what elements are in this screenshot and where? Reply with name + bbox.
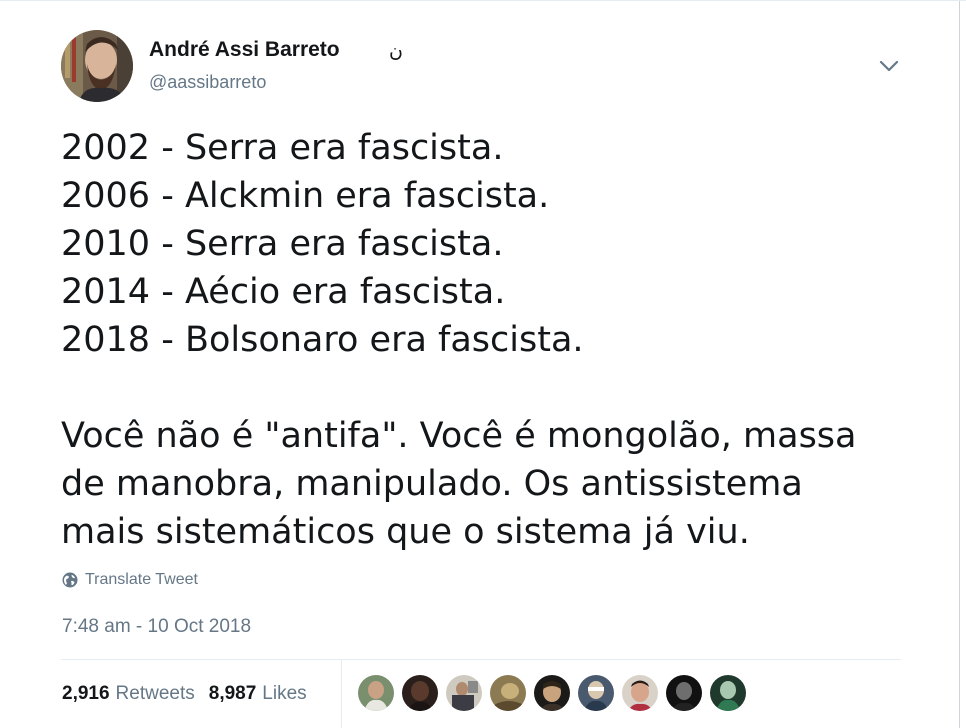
- retweets-stat[interactable]: 2,916 Retweets: [62, 683, 195, 705]
- retweets-count: 2,916: [62, 683, 110, 704]
- chevron-down-icon[interactable]: [876, 56, 902, 76]
- author-avatar[interactable]: [61, 30, 133, 102]
- liker-avatar[interactable]: [710, 675, 746, 711]
- divider: [61, 659, 901, 660]
- globe-icon: [62, 572, 78, 588]
- tweet-line: 2006 - Alckmin era fascista.: [61, 176, 550, 216]
- stats-separator: [341, 660, 342, 728]
- translate-label: Translate Tweet: [85, 571, 198, 588]
- tweet-line: mais sistemáticos que o sistema já viu.: [61, 512, 750, 552]
- liker-avatar[interactable]: [578, 675, 614, 711]
- author-display-name[interactable]: André Assi Barreto: [149, 38, 340, 62]
- liker-avatar[interactable]: [446, 675, 482, 711]
- tweet-line: 2010 - Serra era fascista.: [61, 224, 504, 264]
- translate-tweet-link[interactable]: Translate Tweet: [62, 570, 198, 590]
- tweet-line: Você não é "antifa". Você é mongolão, ma…: [61, 416, 857, 456]
- liker-avatar[interactable]: [402, 675, 438, 711]
- tweet-line: 2018 - Bolsonaro era fascista.: [61, 320, 584, 360]
- tweet-line: 2002 - Serra era fascista.: [61, 128, 504, 168]
- name-glyph: ن: [389, 40, 403, 62]
- retweets-label: Retweets: [115, 683, 195, 704]
- tweet-stats: 2,916 Retweets 8,987 Likes: [62, 683, 307, 705]
- likes-stat[interactable]: 8,987 Likes: [209, 683, 307, 705]
- liker-avatar[interactable]: [534, 675, 570, 711]
- tweet-line: 2014 - Aécio era fascista.: [61, 272, 506, 312]
- liker-avatar[interactable]: [622, 675, 658, 711]
- top-border: [0, 0, 966, 1]
- author-handle[interactable]: @aassibarreto: [149, 72, 266, 93]
- likes-count: 8,987: [208, 683, 257, 704]
- liker-avatar[interactable]: [490, 675, 526, 711]
- likes-label: Likes: [262, 683, 307, 704]
- liker-avatar[interactable]: [358, 675, 394, 711]
- tweet-text: 2002 - Serra era fascista. 2006 - Alckmi…: [61, 124, 921, 556]
- tweet-card: André Assi Barreto ن @aassibarreto 2002 …: [0, 0, 966, 728]
- liker-avatar[interactable]: [666, 675, 702, 711]
- tweet-line: de manobra, manipulado. Os antissistema: [61, 464, 803, 504]
- tweet-timestamp[interactable]: 7:48 am - 10 Oct 2018: [62, 616, 251, 638]
